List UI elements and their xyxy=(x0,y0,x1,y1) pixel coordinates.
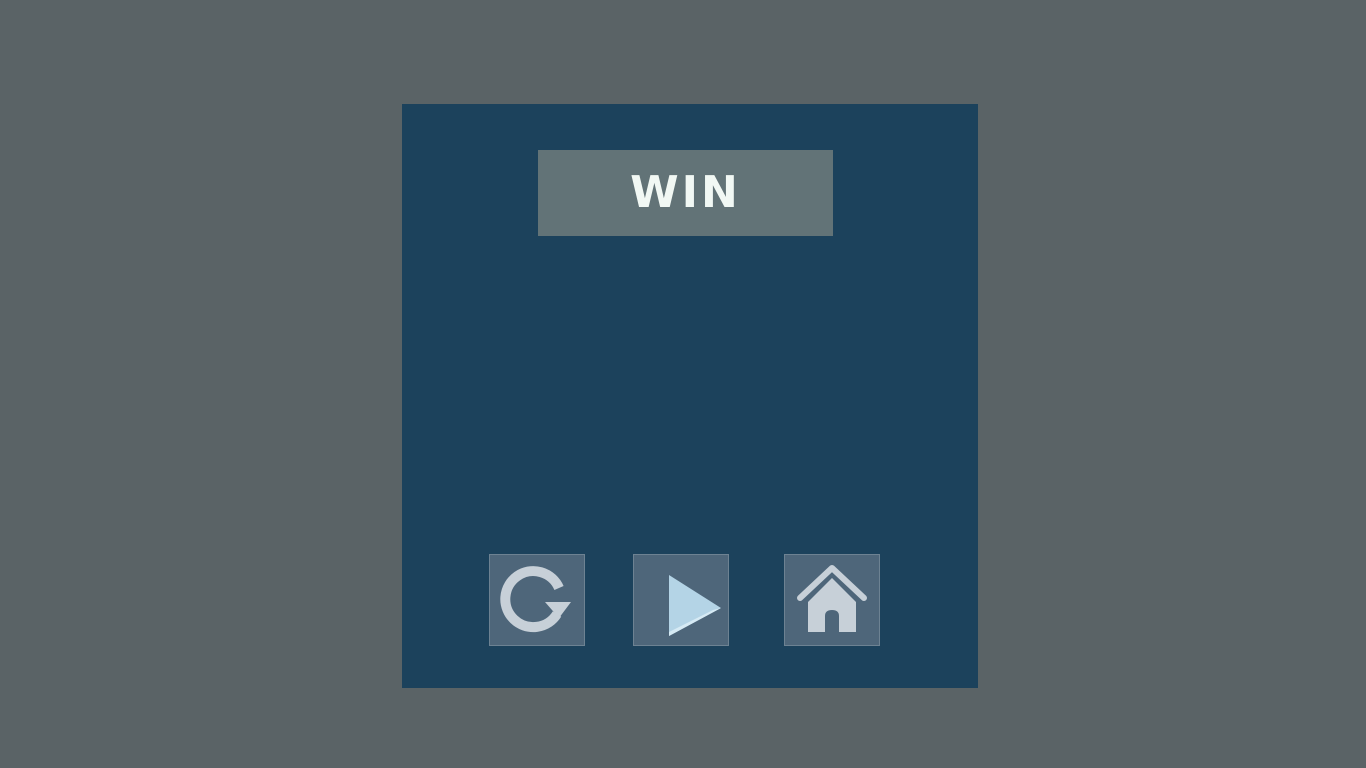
home-button[interactable] xyxy=(784,554,880,646)
game-screen: WIN xyxy=(0,0,1366,768)
restart-button[interactable] xyxy=(489,554,585,646)
next-level-button[interactable] xyxy=(633,554,729,646)
result-title: WIN xyxy=(630,167,741,218)
result-panel: WIN xyxy=(402,104,978,688)
restart-icon xyxy=(497,560,577,640)
play-icon xyxy=(641,560,721,640)
home-icon xyxy=(792,560,872,640)
result-banner: WIN xyxy=(538,150,833,236)
